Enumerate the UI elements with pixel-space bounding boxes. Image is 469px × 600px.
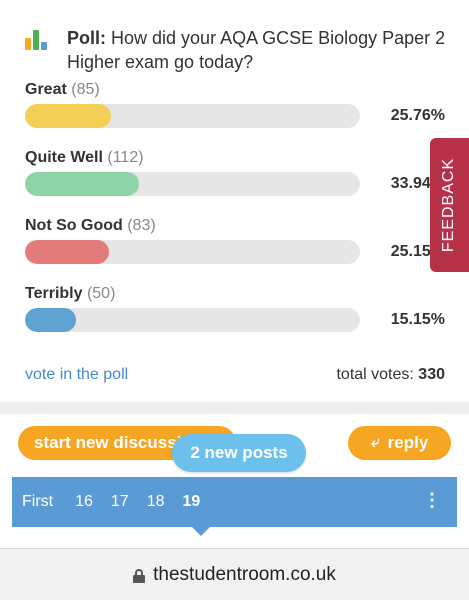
more-vertical-icon[interactable]: ⋮ [423,490,441,511]
poll-option-quite-well[interactable]: Quite Well (112) 33.94% [25,148,445,208]
poll-question: Poll: How did your AQA GCSE Biology Pape… [67,26,457,74]
option-count: (50) [86,285,116,302]
option-count: (112) [107,149,144,166]
poll-option-great[interactable]: Great (85) 25.76% [25,80,445,140]
page-link-18[interactable]: 18 [147,493,165,511]
option-bar-fill [25,240,110,264]
page-first-link[interactable]: First [22,493,53,511]
page-current: 19 [182,493,201,510]
poll-option-terribly[interactable]: Terribly (50) 15.15% [25,284,445,344]
new-posts-label: 2 new posts [190,443,288,462]
option-percent: 25.76% [390,107,445,124]
reply-button[interactable]: ⤶ reply [348,426,451,460]
poll-bars-icon [25,28,47,50]
option-percent: 15.15% [390,311,445,328]
browser-url-bar[interactable]: thestudentroom.co.uk [0,548,469,600]
poll-question-text: How did your AQA GCSE Biology Paper 2 Hi… [67,28,446,72]
page-link-17[interactable]: 17 [111,493,129,511]
total-votes: total votes: 330 [336,366,445,384]
reply-label: reply [387,433,429,452]
option-label: Great [25,81,67,98]
option-bar-fill [25,172,139,196]
option-count: (83) [127,217,156,234]
option-bar-track [25,308,360,332]
option-label: Not So Good [25,217,123,234]
option-count: (85) [71,81,100,98]
poll-option-not-so-good[interactable]: Not So Good (83) 25.15% [25,216,445,276]
new-posts-pill[interactable]: 2 new posts [172,434,306,472]
reply-arrow-icon: ⤶ [370,434,380,451]
option-bar-fill [25,308,76,332]
section-divider [0,402,469,414]
total-votes-label: total votes: [336,366,414,383]
poll-header: Poll: How did your AQA GCSE Biology Pape… [25,26,457,74]
page-link-16[interactable]: 16 [75,493,93,511]
vote-in-poll-link[interactable]: vote in the poll [25,366,128,384]
current-page-indicator [192,527,210,536]
lock-icon [133,568,146,583]
option-label: Quite Well [25,149,103,166]
url-text: thestudentroom.co.uk [153,563,336,585]
option-label: Terribly [25,285,83,302]
feedback-tab[interactable]: FEEDBACK [430,138,469,272]
option-bar-track [25,172,360,196]
total-votes-value: 330 [418,366,445,383]
option-bar-track [25,240,360,264]
poll-footer: vote in the poll total votes: 330 [25,366,445,384]
option-bar-fill [25,104,112,128]
poll-prefix: Poll: [67,28,106,48]
option-bar-track [25,104,360,128]
pagination-bar: First 16 17 18 19 ⋮ [12,477,457,527]
feedback-label: FEEDBACK [440,157,458,253]
poll-card: Poll: How did your AQA GCSE Biology Pape… [0,0,469,400]
